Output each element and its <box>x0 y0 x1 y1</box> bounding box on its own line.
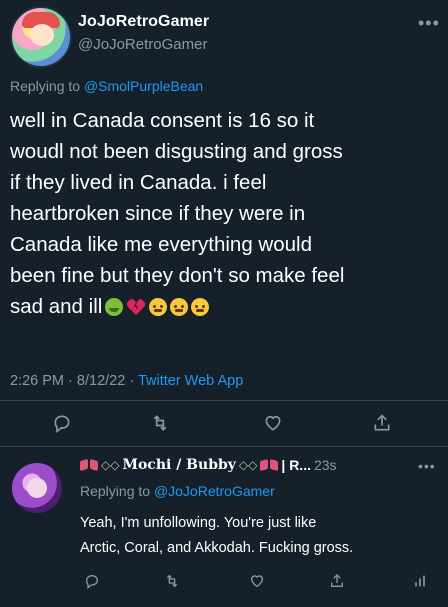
author-avatar[interactable] <box>10 6 72 68</box>
like-icon[interactable] <box>259 411 287 435</box>
tweet-text-line: been fine but they don't so make feel <box>10 264 345 287</box>
tweet-text-line: heartbroken since if they were in <box>10 202 306 225</box>
bow-icon <box>260 459 278 471</box>
author-name[interactable]: JoJoRetroGamer <box>78 13 209 31</box>
tweet-text-line: Canada like me everything would <box>10 233 312 256</box>
more-horizontal-icon[interactable]: ••• <box>418 459 436 473</box>
avatar-face-shape <box>27 478 47 498</box>
crying-face-icon <box>191 298 210 316</box>
bow-icon <box>80 459 98 471</box>
tweet-text-last-line: sad and ill <box>10 291 440 322</box>
reply-text: Yeah, I'm unfollowing. You're just like … <box>80 511 440 561</box>
avatar-face-shape <box>30 24 54 46</box>
reply-author-avatar[interactable] <box>12 463 62 513</box>
retweet-icon[interactable] <box>146 411 174 435</box>
meta-separator: · <box>129 373 135 389</box>
author-handle[interactable]: @JoJoRetroGamer <box>78 36 207 53</box>
like-icon[interactable] <box>245 570 269 592</box>
tweet-text-line: woudl not been disgusting and gross <box>10 140 343 163</box>
replying-to-handle-link[interactable]: @JoJoRetroGamer <box>154 483 275 499</box>
sparkle-icon: ◇◇ <box>238 458 258 472</box>
reply-replying-to: Replying to @JoJoRetroGamer <box>80 483 275 499</box>
share-icon[interactable] <box>368 411 396 435</box>
replying-to: Replying to @SmolPurpleBean <box>10 78 203 94</box>
reply-icon[interactable] <box>48 411 76 435</box>
broken-heart-icon <box>127 298 146 315</box>
nauseated-face-icon <box>105 298 124 316</box>
divider <box>0 446 448 447</box>
tweet-text-line: sad and ill <box>10 295 103 318</box>
reply-text-line: Arctic, Coral, and Akkodah. Fucking gros… <box>80 540 354 556</box>
replying-to-label: Replying to <box>10 78 81 94</box>
tweet-text: well in Canada consent is 16 so it woudl… <box>10 105 440 322</box>
tweet-time: 2:26 PM <box>10 373 64 389</box>
tweet-text-line: if they lived in Canada. i feel <box>10 171 267 194</box>
reply-time[interactable]: 23s <box>314 457 337 473</box>
sparkle-icon: ◇◇ <box>101 458 120 472</box>
reply-author-name-suffix[interactable]: | R... <box>281 457 311 473</box>
replying-to-handle-link[interactable]: @SmolPurpleBean <box>84 78 203 94</box>
crying-face-icon <box>149 298 168 316</box>
reply-author-line: ◇◇ Mochi / Bubby ◇◇ | R... 23s <box>80 457 337 473</box>
tweet-source-link[interactable]: Twitter Web App <box>138 373 243 389</box>
replying-to-label: Replying to <box>80 483 151 499</box>
reply-author-name[interactable]: Mochi / Bubby <box>122 457 235 473</box>
meta-separator: · <box>68 373 73 389</box>
tweet-text-line: well in Canada consent is 16 so it <box>10 109 315 132</box>
reply-text-line: Yeah, I'm unfollowing. You're just like <box>80 515 317 531</box>
divider <box>0 400 448 401</box>
reply-icon[interactable] <box>80 570 104 592</box>
tweet-date: 8/12/22 <box>76 373 126 389</box>
analytics-icon[interactable] <box>408 570 432 592</box>
share-icon[interactable] <box>325 570 349 592</box>
tweet-meta: 2:26 PM · 8/12/22 · Twitter Web App <box>10 373 243 389</box>
emoji-group <box>105 298 210 316</box>
more-horizontal-icon[interactable]: ••• <box>418 14 440 32</box>
retweet-icon[interactable] <box>160 570 184 592</box>
crying-face-icon <box>170 298 189 316</box>
